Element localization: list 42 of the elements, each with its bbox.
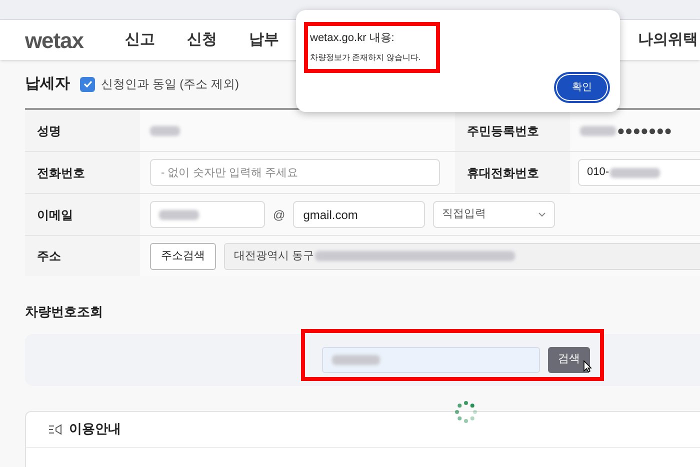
address-search-button[interactable]: 주소검색 bbox=[150, 242, 216, 270]
masked-value: ●●●●●●● bbox=[617, 122, 672, 140]
at-sign: @ bbox=[273, 206, 286, 224]
email-domain-field[interactable]: gmail.com bbox=[293, 201, 426, 228]
label-cell: 주소 bbox=[25, 236, 140, 276]
nav-link[interactable]: 나의위택 bbox=[638, 28, 698, 52]
guide-title: 이용안내 bbox=[69, 420, 121, 438]
section-title: 납세자 bbox=[25, 74, 70, 94]
mobile-prefix: 010- bbox=[587, 165, 610, 180]
loading-spinner-icon bbox=[453, 400, 479, 424]
nav-link[interactable]: 납부 bbox=[249, 28, 279, 52]
section-title: 차량번호조회 bbox=[25, 303, 104, 321]
blurred-value bbox=[150, 126, 180, 136]
address-field[interactable]: 대전광역시 동구 bbox=[224, 242, 700, 270]
address-value: 대전광역시 동구 bbox=[234, 248, 314, 264]
chevron-down-icon bbox=[538, 212, 546, 217]
phone-field[interactable]: - 없이 숫자만 입력해 주세요 bbox=[150, 159, 440, 186]
blurred-value bbox=[610, 168, 660, 178]
mobile-field[interactable]: 010- bbox=[578, 159, 700, 186]
label-cell: 이메일 bbox=[25, 194, 140, 236]
blurred-value bbox=[580, 126, 616, 136]
checkbox-label: 신청인과 동일 (주소 제외) bbox=[101, 76, 239, 93]
label-cell: 주민등록번호 bbox=[455, 110, 570, 152]
domain-select[interactable]: 직접입력 bbox=[433, 201, 556, 228]
same-as-applicant-checkbox[interactable] bbox=[80, 76, 95, 92]
label-cell: 휴대전화번호 bbox=[455, 152, 570, 194]
email-id-field[interactable] bbox=[150, 201, 265, 228]
label-cell: 성명 bbox=[25, 110, 140, 152]
vehicle-number-field[interactable] bbox=[322, 346, 540, 372]
nav-link[interactable]: 신청 bbox=[187, 28, 217, 52]
mouse-cursor-icon bbox=[583, 360, 592, 373]
check-icon bbox=[82, 79, 92, 89]
logo[interactable]: wetax bbox=[25, 24, 115, 56]
dialog-title: wetax.go.kr 내용: bbox=[310, 31, 394, 46]
ok-button[interactable]: 확인 bbox=[557, 75, 607, 100]
nav-link[interactable]: 신고 bbox=[125, 28, 155, 52]
search-button[interactable]: 검색 bbox=[548, 346, 590, 372]
megaphone-icon bbox=[48, 424, 63, 434]
label-cell: 전화번호 bbox=[25, 152, 140, 194]
blurred-value bbox=[159, 210, 199, 220]
blurred-value bbox=[332, 354, 380, 364]
dialog-message: 차량정보가 존재하지 않습니다. bbox=[310, 52, 421, 64]
